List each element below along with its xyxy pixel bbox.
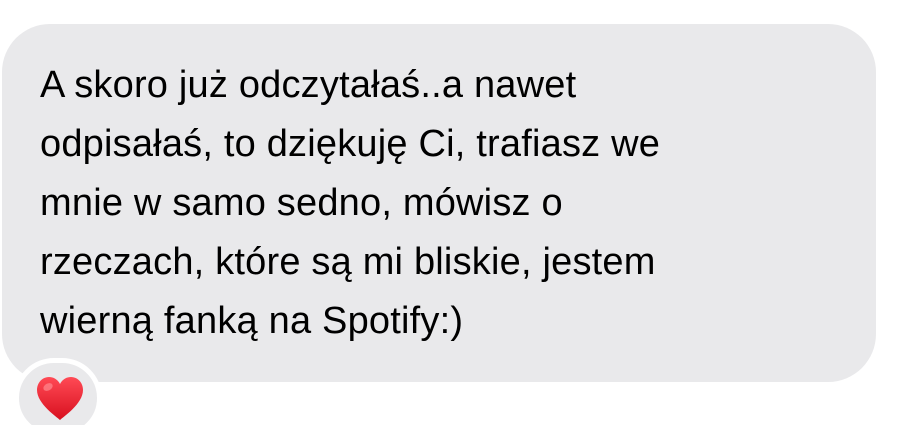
chat-view: A skoro już odczytałaś..a nawet odpisała… [0,0,904,425]
message-line-3: mnie w samo sedno, mówisz o [40,182,563,224]
message-line-1: A skoro już odczytałaś..a nawet [40,64,577,106]
message-line-4: rzeczach, które są mi bliskie, jestem [40,241,656,283]
heart-icon [37,377,83,420]
message-line-5: wierną fanką na Spotify:) [40,300,464,342]
message-line-2: odpisałaś, to dziękuję Ci, trafiasz we [40,123,661,165]
message-text: A skoro już odczytałaś..a nawet odpisała… [40,56,850,351]
